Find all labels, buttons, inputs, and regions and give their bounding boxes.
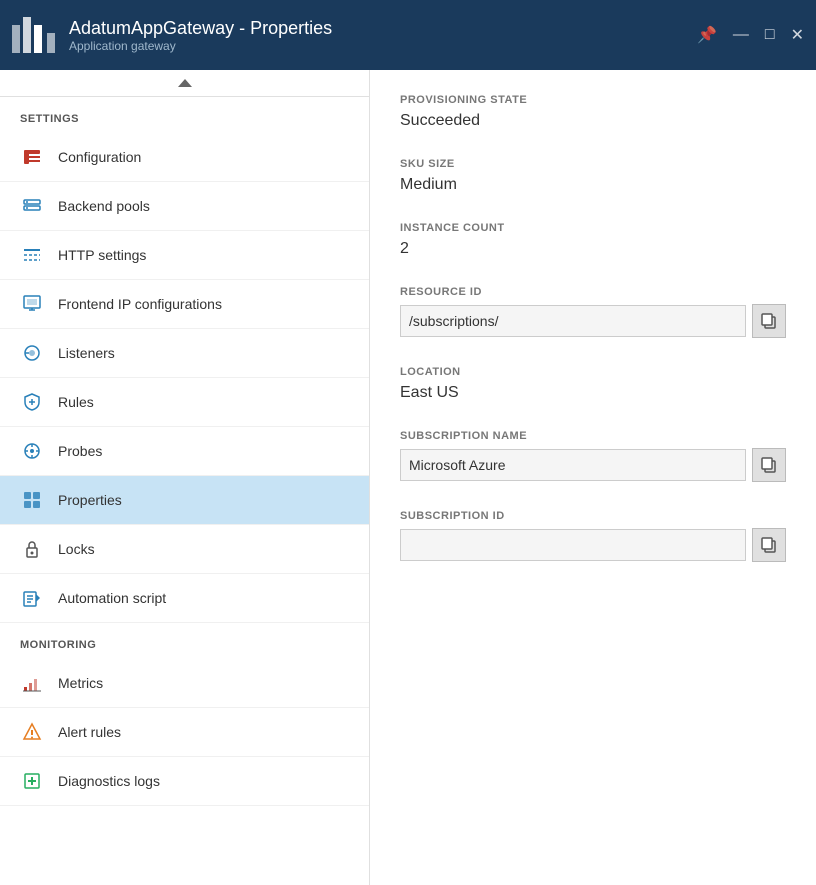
listeners-icon [20, 341, 44, 365]
minimize-icon[interactable]: — [733, 26, 749, 44]
subscription-name-input[interactable] [400, 449, 746, 481]
sidebar-item-label: Listeners [58, 345, 115, 361]
sidebar-item-rules[interactable]: Rules [0, 378, 369, 427]
sidebar-item-diagnostics[interactable]: Diagnostics logs [0, 757, 369, 806]
sidebar-item-automation[interactable]: Automation script [0, 574, 369, 623]
field-group-sku-size: SKU SIZE Medium [400, 158, 786, 194]
field-group-subscription-name: SUBSCRIPTION NAME [400, 430, 786, 482]
monitoring-section-header: MONITORING [0, 623, 369, 659]
sidebar-item-probes[interactable]: Probes [0, 427, 369, 476]
scroll-up[interactable] [0, 70, 369, 97]
sidebar-item-configuration[interactable]: Configuration [0, 133, 369, 182]
sidebar-item-label: Properties [58, 492, 122, 508]
provisioning-state-value: Succeeded [400, 112, 786, 130]
sku-size-label: SKU SIZE [400, 158, 786, 170]
field-group-subscription-id: SUBSCRIPTION ID [400, 510, 786, 562]
subscription-id-input-row [400, 528, 786, 562]
sidebar-item-label: Alert rules [58, 724, 121, 740]
sidebar-item-metrics[interactable]: Metrics [0, 659, 369, 708]
automation-icon [20, 586, 44, 610]
http-icon [20, 243, 44, 267]
sidebar-item-label: Locks [58, 541, 95, 557]
copy-icon [761, 457, 777, 473]
sidebar-item-label: Frontend IP configurations [58, 296, 222, 312]
sidebar-item-label: Automation script [58, 590, 166, 606]
settings-section-header: SETTINGS [0, 97, 369, 133]
sku-size-value: Medium [400, 176, 786, 194]
properties-icon [20, 488, 44, 512]
sidebar-item-backend-pools[interactable]: Backend pools [0, 182, 369, 231]
content-area: PROVISIONING STATE Succeeded SKU SIZE Me… [370, 70, 816, 885]
pin-icon[interactable]: 📌 [697, 25, 717, 45]
sidebar-item-label: Configuration [58, 149, 141, 165]
restore-icon[interactable]: □ [765, 26, 775, 44]
field-group-location: LOCATION East US [400, 366, 786, 402]
main-container: SETTINGS Configuration [0, 70, 816, 885]
instance-count-label: INSTANCE COUNT [400, 222, 786, 234]
sidebar-item-listeners[interactable]: Listeners [0, 329, 369, 378]
locks-icon [20, 537, 44, 561]
window-title: AdatumAppGateway - Properties [69, 18, 332, 39]
title-text: AdatumAppGateway - Properties Applicatio… [69, 18, 332, 53]
sidebar-item-properties[interactable]: Properties [0, 476, 369, 525]
rules-icon [20, 390, 44, 414]
window-controls: 📌 — □ ✕ [697, 25, 804, 45]
resource-id-copy-button[interactable] [752, 304, 786, 338]
field-group-instance-count: INSTANCE COUNT 2 [400, 222, 786, 258]
sidebar-item-label: Metrics [58, 675, 103, 691]
sidebar-item-frontend-ip[interactable]: Frontend IP configurations [0, 280, 369, 329]
provisioning-state-label: PROVISIONING STATE [400, 94, 786, 106]
instance-count-value: 2 [400, 240, 786, 258]
sidebar-item-label: Diagnostics logs [58, 773, 160, 789]
resource-id-label: RESOURCE ID [400, 286, 786, 298]
copy-icon [761, 537, 777, 553]
sidebar-item-label: Probes [58, 443, 102, 459]
title-left: AdatumAppGateway - Properties Applicatio… [12, 17, 332, 53]
sidebar-item-http-settings[interactable]: HTTP settings [0, 231, 369, 280]
subscription-id-copy-button[interactable] [752, 528, 786, 562]
sidebar-item-label: Backend pools [58, 198, 150, 214]
copy-icon [761, 313, 777, 329]
close-icon[interactable]: ✕ [791, 25, 804, 45]
field-group-resource-id: RESOURCE ID [400, 286, 786, 338]
subscription-id-input[interactable] [400, 529, 746, 561]
sidebar-item-label: Rules [58, 394, 94, 410]
title-bar: AdatumAppGateway - Properties Applicatio… [0, 0, 816, 70]
resource-id-input[interactable] [400, 305, 746, 337]
sidebar-item-alert-rules[interactable]: Alert rules [0, 708, 369, 757]
location-value: East US [400, 384, 786, 402]
metrics-icon [20, 671, 44, 695]
probes-icon [20, 439, 44, 463]
alert-icon [20, 720, 44, 744]
subscription-name-input-row [400, 448, 786, 482]
window-subtitle: Application gateway [69, 39, 332, 53]
subscription-name-label: SUBSCRIPTION NAME [400, 430, 786, 442]
subscription-id-label: SUBSCRIPTION ID [400, 510, 786, 522]
location-label: LOCATION [400, 366, 786, 378]
resource-id-input-row [400, 304, 786, 338]
frontend-icon [20, 292, 44, 316]
backend-icon [20, 194, 44, 218]
azure-logo-icon [12, 17, 55, 53]
sidebar-item-label: HTTP settings [58, 247, 146, 263]
diag-icon [20, 769, 44, 793]
subscription-name-copy-button[interactable] [752, 448, 786, 482]
config-icon [20, 145, 44, 169]
sidebar: SETTINGS Configuration [0, 70, 370, 885]
field-group-provisioning-state: PROVISIONING STATE Succeeded [400, 94, 786, 130]
sidebar-item-locks[interactable]: Locks [0, 525, 369, 574]
